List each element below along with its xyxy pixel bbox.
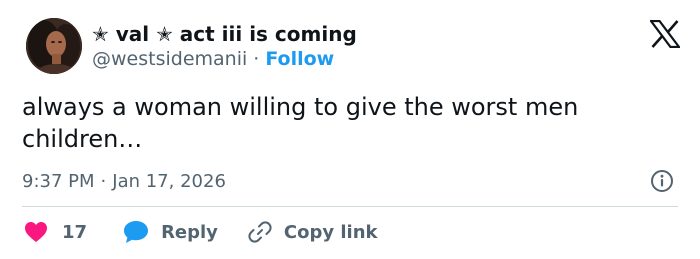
info-icon[interactable]: [650, 169, 674, 193]
reply-label: Reply: [161, 221, 218, 243]
follow-button[interactable]: Follow: [265, 48, 334, 70]
separator-dot: ·: [253, 48, 260, 70]
copy-link-button[interactable]: Copy link: [248, 220, 378, 244]
avatar[interactable]: [26, 18, 82, 74]
copy-link-label: Copy link: [283, 221, 378, 243]
tweet-date: Jan 17, 2026: [112, 170, 226, 192]
action-bar: 17 Reply Copy link: [24, 218, 378, 246]
like-button[interactable]: 17: [24, 221, 87, 243]
user-handle[interactable]: @westsidemanii: [92, 48, 247, 70]
x-logo-icon[interactable]: [648, 19, 682, 49]
separator-dot: ·: [100, 170, 107, 192]
heart-icon: [25, 222, 47, 242]
display-name[interactable]: ✭ val ✭ act iii is coming: [92, 20, 357, 48]
link-icon: [248, 221, 272, 243]
reply-button[interactable]: Reply: [123, 220, 218, 244]
tweet-timestamp[interactable]: 9:37 PM · Jan 17, 2026: [22, 168, 226, 194]
divider: [22, 206, 678, 207]
speech-bubble-icon: [124, 221, 149, 243]
tweet-text: always a woman willing to give the worst…: [22, 93, 579, 153]
handle-row: @westsidemanii · Follow: [92, 46, 334, 72]
like-count: 17: [62, 221, 88, 243]
tweet-time: 9:37 PM: [22, 170, 95, 192]
tweet-card: ✭ val ✭ act iii is coming @westsidemanii…: [0, 0, 700, 259]
